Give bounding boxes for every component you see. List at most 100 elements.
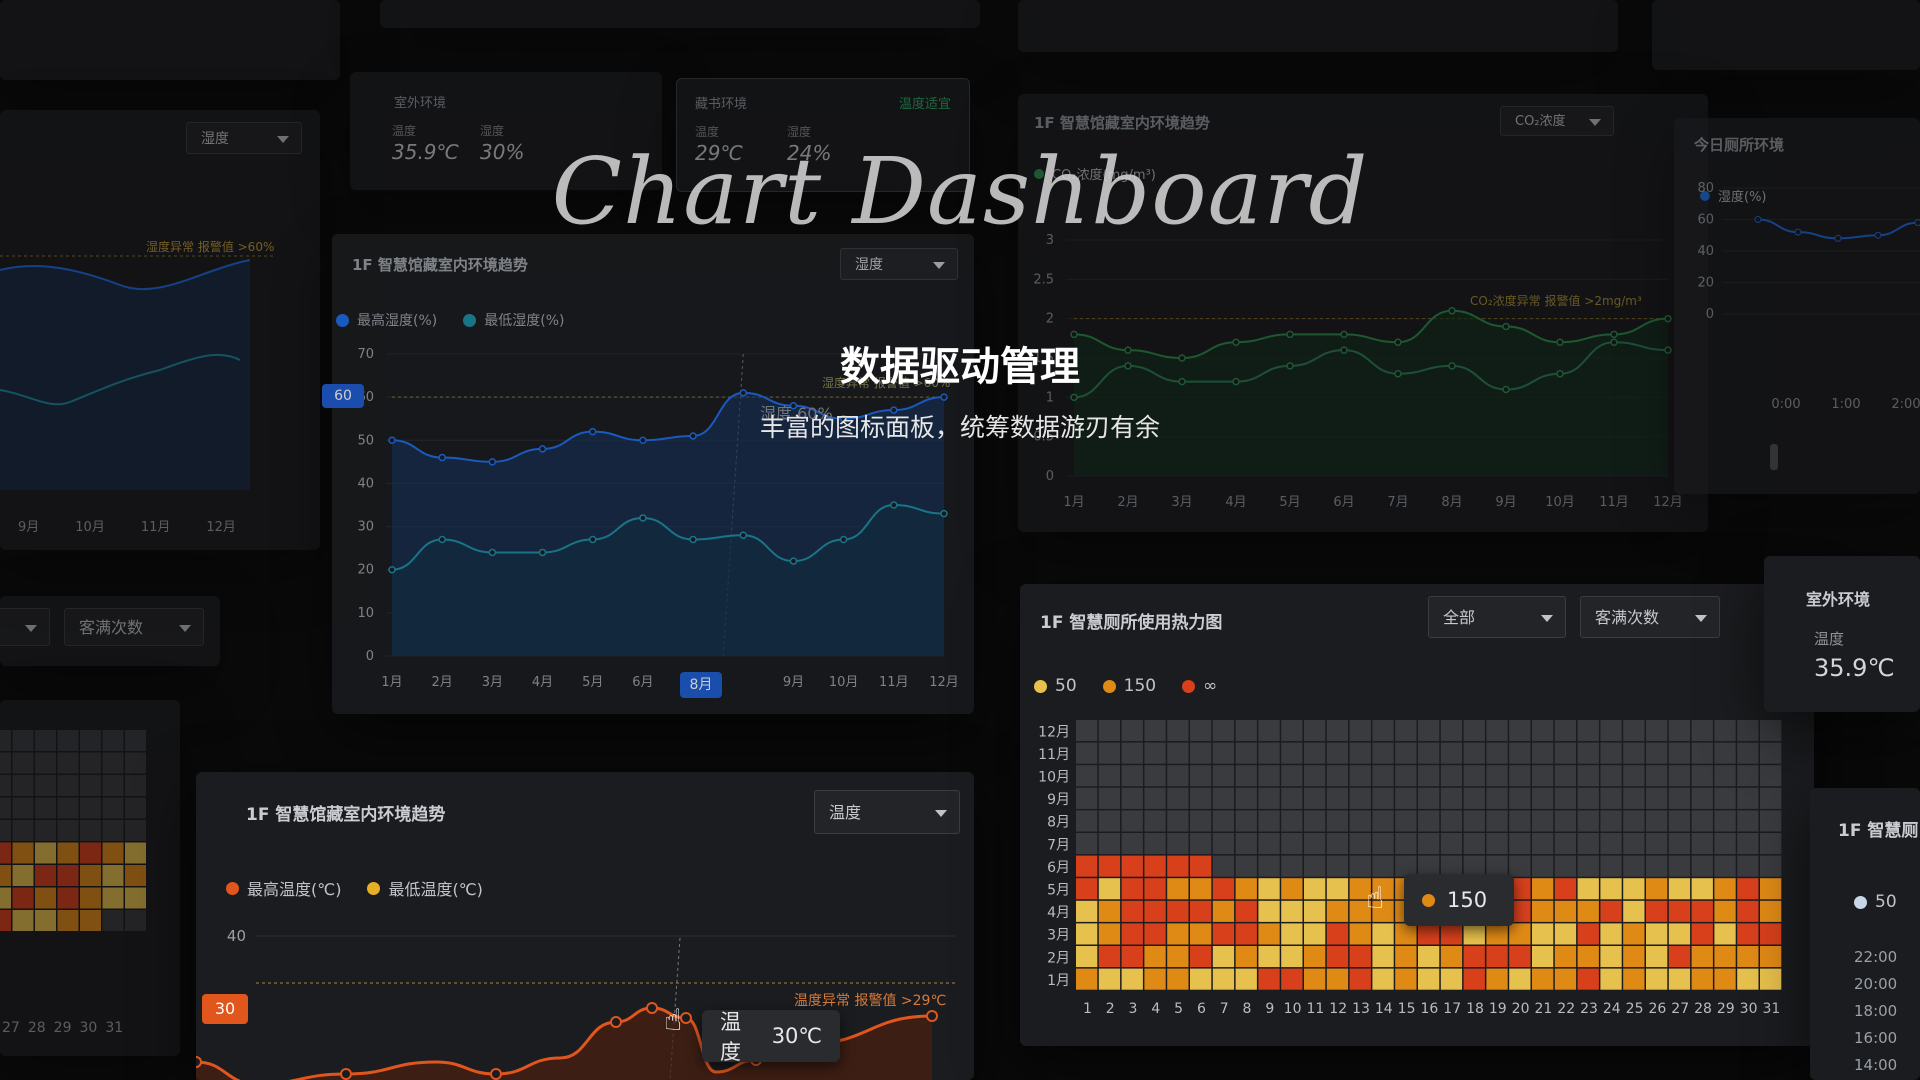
heatmap-cell [1144,855,1166,877]
heatmap-cell [1212,742,1235,764]
heatmap-cell [1600,855,1622,877]
tick-label: 16:00 [1854,1029,1898,1047]
heatmap-cell [80,752,101,774]
x-tick-label: 31 [1762,1001,1780,1017]
heatmap-cell [35,865,56,886]
heatmap-cell [1554,968,1577,990]
x-tick-label: 17 [1443,1001,1461,1017]
data-point [340,1068,352,1080]
heatmap-cell [1577,720,1599,742]
x-tick-label: 2月 [432,675,453,690]
metric-select[interactable]: 客满次数 [64,608,204,646]
heatmap-cell [1121,787,1143,809]
heatmap-cell [1554,855,1577,877]
right-outdoor-card: 室外环境 温度 35.9℃ [1764,556,1920,712]
heatmap-cell [1668,946,1691,968]
heatmap-cell [1098,923,1121,945]
tick-label: 12月 [206,520,236,535]
heatmap-cell [1760,855,1782,877]
heatmap-cell [1258,720,1280,742]
hero-subtitle: 丰富的图标面板，统筹数据游刃有余 [759,413,1160,442]
heatmap-cell [125,865,146,886]
right-bottom-panel: 1F 智慧厕 50 22:00 20:00 18:00 16:00 14:00 [1810,788,1920,1080]
heatmap-cell [1281,742,1303,764]
x-tick-label: 11月 [879,675,909,690]
heatmap-cell [35,820,56,841]
heatmap-cell [1190,855,1212,877]
heatmap-cell [1395,946,1417,968]
heatmap-cell [1190,765,1212,787]
heatmap-cell [1714,855,1736,877]
heatmap-cell [1304,900,1326,922]
heatmap-cell [1281,968,1303,990]
heatmap-cell [1281,720,1303,742]
y-tick-label: 40 [357,476,374,491]
heatmap-cell [1714,765,1736,787]
data-point [689,535,697,544]
heatmap-cell [1509,946,1531,968]
heatmap-cell [1691,946,1713,968]
heatmap-cell [1349,968,1371,990]
heatmap-cell [80,730,101,751]
tooltip-label: 温度 [720,1010,741,1064]
panel-title: 1F 智慧厕 [1838,821,1919,841]
humidity-chart: 0102030405060701月2月3月4月5月6月7月9月10月11月12月 [357,347,958,690]
left-select-a[interactable] [0,608,50,646]
data-point [639,514,647,522]
heatmap-cell [1577,968,1599,990]
heatmap-cell [1668,968,1691,990]
heatmap-cell [1623,923,1645,945]
x-tick-label: 5月 [582,675,603,690]
heatmap-cell [1554,900,1577,922]
heatmap-cell [1600,787,1622,809]
hum-label: 湿度 [480,124,505,138]
heatmap-cell [35,775,56,796]
heatmap-cell [1760,878,1782,900]
heatmap-cell [1144,833,1166,855]
heatmap-cell [1144,810,1166,832]
heatmap-cell [1190,968,1212,990]
heatmap-cell [1190,923,1212,945]
heatmap-cell [1098,946,1121,968]
heatmap-cell [1076,742,1098,764]
tick-label: 27 [2,1020,20,1036]
heatmap-cell [1532,968,1554,990]
heatmap-cell [1167,946,1189,968]
heatmap-cell [1737,900,1759,922]
heatmap-cell [1418,765,1440,787]
heatmap-cell [1623,968,1645,990]
heatmap-cell [0,820,11,841]
heatmap-cell [1349,810,1371,832]
heatmap-cell [1440,923,1463,945]
x-tick-label: 2 [1106,1001,1115,1017]
heatmap-cell [1760,900,1782,922]
tick-label: 14:00 [1854,1056,1898,1074]
heatmap-cell [1304,765,1326,787]
heatmap-cell [1349,833,1371,855]
y-tick-label: 8月 [1047,815,1070,831]
tick-label: 20:00 [1854,975,1898,993]
toilet-heatmap-panel: 1F 智慧厕所使用热力图 全部 客满次数 50 150 ∞ 12月 11月 10月 9… [1020,584,1814,1046]
hero-title: Chart Dashboard [551,138,1369,245]
heatmap-cell [1509,720,1531,742]
heatmap-cell [1258,923,1280,945]
heatmap-cell [1554,742,1577,764]
heatmap-cell [1304,833,1326,855]
y-tick-label: 2.5 [1033,272,1054,287]
heatmap-cell [1600,968,1622,990]
hero-heading: 数据驱动管理 [840,344,1080,390]
heatmap-cell [1372,765,1394,787]
heatmap-cell [1144,968,1166,990]
heatmap-cell [1281,855,1303,877]
heatmap-cell [1418,720,1440,742]
data-point [1502,322,1510,331]
heatmap-cell [1509,787,1531,809]
heatmap-cell [1144,900,1166,922]
heatmap-cell [1144,923,1166,945]
heatmap-cell [1623,810,1645,832]
heatmap-cell [1577,900,1599,922]
data-point [1664,314,1672,323]
heatmap-cell [57,865,79,886]
heatmap-cell [1668,742,1691,764]
heatmap-cell [35,730,56,751]
